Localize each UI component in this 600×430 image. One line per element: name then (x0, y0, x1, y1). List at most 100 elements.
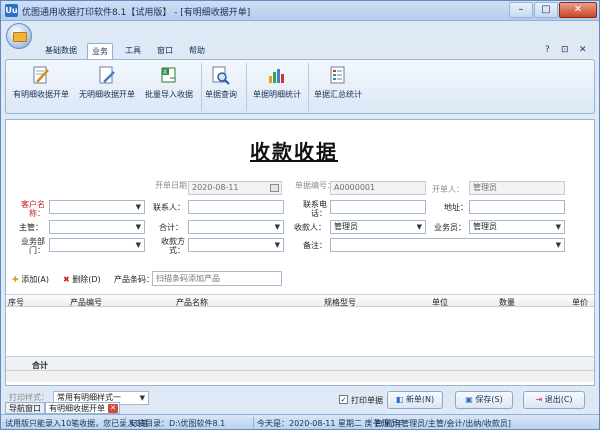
status-install-dir: 安装目录：D:\优图软件8.1 (129, 419, 226, 428)
dept-field[interactable]: ▼ (49, 238, 145, 252)
dept-label: 业务部门： (21, 237, 45, 255)
print-receipt-label: 打印单据 (351, 396, 383, 405)
app-logo-icon: Uu (5, 4, 18, 17)
chevron-down-icon[interactable]: ▼ (275, 221, 280, 233)
col-quantity[interactable]: 数量 (499, 297, 515, 308)
col-price[interactable]: 单价 (572, 297, 588, 308)
print-receipt-checkbox[interactable]: ✓ (339, 395, 348, 404)
tab-business[interactable]: 业务 (87, 43, 113, 59)
save-button[interactable]: ▣ 保存(S) (455, 391, 513, 409)
chevron-down-icon[interactable]: ▼ (556, 221, 561, 233)
tab-help[interactable]: 帮助 (185, 43, 209, 59)
chevron-down-icon[interactable]: ▼ (556, 239, 561, 251)
col-product-name[interactable]: 产品名称 (176, 297, 208, 308)
tab-close-icon[interactable]: ✕ (108, 404, 118, 413)
status-separator (371, 417, 372, 428)
app-menu-orb[interactable] (6, 23, 32, 49)
ribbon-panel: 有明细收据开单 无明细收据开单 X 批量导入收据 单据查询 单据明细统计 单据汇… (5, 59, 595, 114)
maximize-button[interactable]: □ (534, 2, 558, 18)
ribbon-button-label: 批量导入收据 (145, 90, 193, 99)
contact-field[interactable] (188, 200, 284, 214)
col-product-code[interactable]: 产品编号 (70, 297, 102, 308)
clerk-value: 管理员 (473, 222, 497, 231)
tab-tools[interactable]: 工具 (121, 43, 145, 59)
phone-field[interactable] (330, 200, 426, 214)
chevron-down-icon[interactable]: ▼ (275, 239, 280, 251)
new-doc-icon: ◧ (395, 395, 404, 404)
close-button[interactable]: ✕ (559, 2, 597, 18)
note-field[interactable]: ▼ (330, 238, 565, 252)
status-bar: 试用版只能录入10笔收据，您已录入0笔 安装目录：D:\优图软件8.1 今天是：… (1, 414, 599, 429)
tab-window[interactable]: 窗口 (153, 43, 177, 59)
ribbon-separator (201, 63, 202, 111)
chevron-down-icon[interactable]: ▼ (136, 221, 141, 233)
chevron-down-icon[interactable]: ▼ (136, 201, 141, 213)
creator-field[interactable]: 管理员 (469, 181, 565, 195)
exit-button[interactable]: ⇥ 退出(C) (523, 391, 585, 409)
minimize-button[interactable]: – (509, 2, 533, 18)
ribbon-button-label: 无明细收据开单 (79, 90, 135, 99)
ribbon-close-icon[interactable]: ✕ (579, 45, 587, 55)
batch-import-button[interactable]: X 批量导入收据 (142, 62, 196, 112)
new-simple-receipt-button[interactable]: 无明细收据开单 (76, 62, 138, 112)
ribbon-button-label: 单据查询 (205, 90, 237, 99)
date-field[interactable]: 2020-08-11 (188, 181, 282, 195)
folder-icon (13, 32, 27, 42)
col-spec[interactable]: 规格型号 (324, 297, 356, 308)
total-field[interactable]: ▼ (188, 220, 284, 234)
delete-icon: ✖ (63, 275, 70, 284)
clerk-label: 业务员： (434, 223, 466, 232)
excel-import-icon: X (161, 67, 176, 83)
edit-document-icon (33, 66, 49, 84)
creator-label: 开单人： (432, 185, 464, 194)
method-label: 收款方式： (161, 237, 185, 255)
delete-button[interactable]: ✖ 删除(D) (63, 274, 101, 285)
new-detailed-receipt-button[interactable]: 有明细收据开单 (10, 62, 72, 112)
method-field[interactable]: ▼ (188, 238, 284, 252)
ribbon-button-label: 有明细收据开单 (13, 90, 69, 99)
window-tab-navigation[interactable]: 导航窗口 (5, 402, 45, 414)
blank-document-icon (99, 66, 115, 84)
manager-field[interactable]: ▼ (49, 220, 145, 234)
address-field[interactable] (469, 200, 565, 214)
chevron-down-icon[interactable]: ▼ (417, 221, 422, 233)
receipt-title: 收款收据 (250, 140, 338, 164)
col-unit[interactable]: 单位 (432, 297, 448, 308)
title-bar: Uu 优图通用收据打印软件8.1【试用版】 - [有明细收据开单] – □ ✕ (1, 1, 599, 21)
payee-value: 管理员 (334, 222, 358, 231)
horizontal-scrollbar[interactable] (6, 370, 594, 382)
total-label: 合计： (159, 223, 183, 232)
delete-button-label: 删除(D) (72, 275, 101, 284)
date-value: 2020-08-11 (192, 183, 239, 192)
chevron-down-icon[interactable]: ▼ (140, 392, 145, 404)
print-style-label: 打印样式： (9, 393, 49, 402)
ribbon-restore-icon[interactable]: ⊡ (561, 45, 569, 55)
tab-basic-data[interactable]: 基础数据 (39, 43, 83, 59)
docno-label: 单据编号： (295, 181, 335, 190)
customer-label: 客户名称： (21, 200, 45, 218)
print-style-value: 常用有明细样式一 (57, 393, 121, 402)
grid-total-row: 合计 (6, 356, 594, 370)
chevron-down-icon[interactable]: ▼ (136, 239, 141, 251)
customer-field[interactable]: ▼ (49, 200, 145, 214)
save-icon: ▣ (465, 395, 473, 404)
clerk-field[interactable]: 管理员 ▼ (469, 220, 565, 234)
save-label: 保存(S) (475, 395, 503, 404)
summary-statistics-button[interactable]: 单据汇总统计 (310, 62, 366, 112)
window-tab-detailed-receipt[interactable]: 有明细收据开单 ✕ (45, 402, 120, 414)
payee-field[interactable]: 管理员 ▼ (330, 220, 426, 234)
status-user: 管理员[管理员/主管/会计/出纳/收款员] (374, 419, 512, 428)
detail-statistics-button[interactable]: 单据明细统计 (250, 62, 304, 112)
app-window: Uu 优图通用收据打印软件8.1【试用版】 - [有明细收据开单] – □ ✕ … (0, 0, 600, 430)
ribbon-help-icon[interactable]: ? (545, 45, 550, 55)
summary-list-icon (330, 66, 345, 84)
add-row-icon: ✚ (12, 275, 19, 284)
col-index[interactable]: 序号 (8, 297, 24, 308)
barcode-input[interactable] (152, 271, 282, 286)
document-query-button[interactable]: 单据查询 (203, 62, 239, 112)
add-button[interactable]: ✚ 添加(A) (12, 274, 49, 285)
new-receipt-button[interactable]: ◧ 新单(N) (387, 391, 443, 409)
window-tab-label: 有明细收据开单 (49, 404, 105, 413)
docno-field[interactable]: A0000001 (330, 181, 426, 195)
calendar-icon[interactable] (270, 184, 279, 192)
